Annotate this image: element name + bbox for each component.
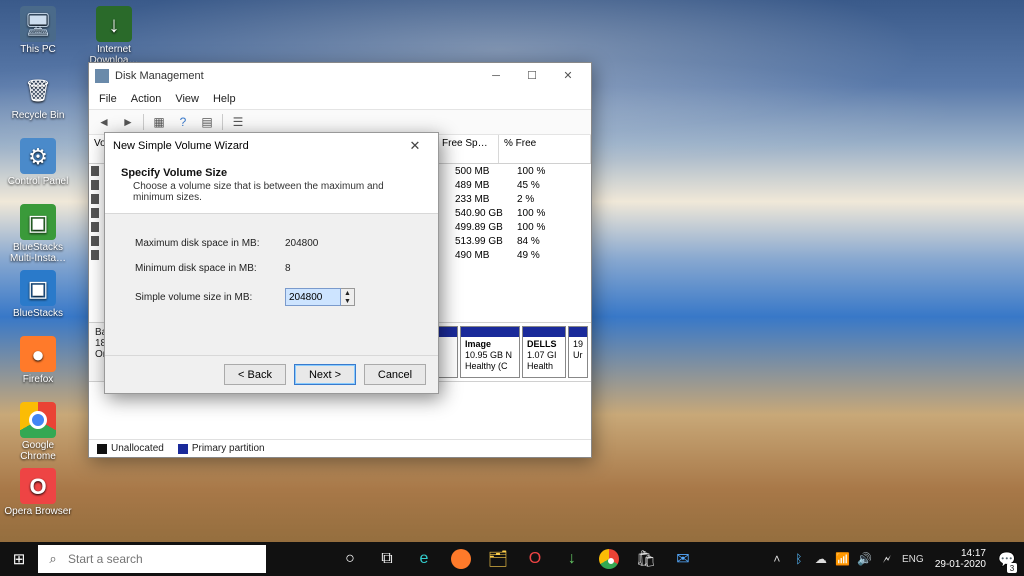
battery-icon[interactable]: 🗲 [877, 542, 897, 576]
notification-badge: 3 [1007, 563, 1017, 573]
start-button[interactable]: ⊞ [0, 542, 38, 576]
legend: Unallocated Primary partition [89, 439, 591, 457]
cancel-button[interactable]: Cancel [364, 364, 426, 385]
dialog-close-button[interactable]: ✕ [400, 136, 430, 156]
back-button[interactable]: ◄ [93, 112, 115, 132]
dialog-buttons: < Back Next > Cancel [105, 355, 438, 393]
volume-size-input[interactable] [285, 288, 341, 306]
language-indicator[interactable]: ENG [899, 542, 927, 576]
opera-taskbar-icon[interactable]: O [517, 542, 553, 576]
clock[interactable]: 14:17 29-01-2020 [929, 548, 992, 570]
max-space-value: 204800 [285, 238, 365, 249]
download-icon: ↓ [96, 6, 132, 42]
maximize-button[interactable]: ☐ [515, 66, 549, 86]
volume-icon[interactable]: 🔊 [855, 542, 875, 576]
system-tray: ˄ ᛒ ☁ 📶 🔊 🗲 ENG 14:17 29-01-2020 💬3 [763, 542, 1024, 576]
network-icon[interactable]: 📶 [833, 542, 853, 576]
onedrive-icon[interactable]: ☁ [811, 542, 831, 576]
desktop-this-pc[interactable]: 🖥This PC [4, 6, 72, 66]
bluestacks-icon: ▣ [20, 204, 56, 240]
menu-action[interactable]: Action [125, 91, 168, 107]
task-view-icon[interactable]: ⧉ [369, 542, 405, 576]
file-explorer-icon[interactable]: 🗂 [480, 542, 516, 576]
store-icon[interactable]: 🛍 [628, 542, 664, 576]
search-box[interactable]: ⌕ [38, 545, 266, 573]
window-titlebar[interactable]: Disk Management ─ ☐ ✕ [89, 63, 591, 89]
bluestacks-icon: ▣ [20, 270, 56, 306]
desktop-bluestacks[interactable]: ▣BlueStacks [4, 270, 72, 330]
edge-icon[interactable]: e [406, 542, 442, 576]
partition[interactable]: 19Ur [568, 326, 588, 378]
legend-primary: Primary partition [178, 443, 265, 454]
action-center-icon[interactable]: 💬3 [994, 542, 1020, 576]
col-freespace[interactable]: Free Sp… [437, 135, 499, 163]
help-button[interactable]: ? [172, 112, 194, 132]
menu-file[interactable]: File [93, 91, 123, 107]
refresh-button[interactable]: ▤ [196, 112, 218, 132]
dialog-titlebar[interactable]: New Simple Volume Wizard ✕ [105, 133, 438, 159]
spin-up-button[interactable]: ▲ [341, 289, 354, 297]
desktop-opera[interactable]: OOpera Browser [4, 468, 72, 528]
partition[interactable]: DELLS1.07 GIHealth [522, 326, 566, 378]
search-input[interactable] [68, 552, 266, 566]
taskbar-center: ○ ⧉ e 🗂 O ↓ 🛍 ✉ [270, 542, 763, 576]
show-hide-button[interactable]: ▦ [148, 112, 170, 132]
minimize-button[interactable]: ─ [479, 66, 513, 86]
mail-icon[interactable]: ✉ [665, 542, 701, 576]
col-percentfree[interactable]: % Free [499, 135, 591, 163]
forward-button[interactable]: ► [117, 112, 139, 132]
desktop-bluestacks-multi[interactable]: ▣BlueStacks Multi-Insta… [4, 204, 72, 264]
disk-icon [95, 69, 109, 83]
tray-expand-icon[interactable]: ˄ [767, 542, 787, 576]
firefox-taskbar-icon[interactable] [443, 542, 479, 576]
min-space-value: 8 [285, 263, 365, 274]
next-button[interactable]: Next > [294, 364, 356, 385]
menu-help[interactable]: Help [207, 91, 242, 107]
close-button[interactable]: ✕ [551, 66, 585, 86]
taskbar: ⊞ ⌕ ○ ⧉ e 🗂 O ↓ 🛍 ✉ ˄ ᛒ ☁ 📶 🔊 🗲 ENG 14:1… [0, 542, 1024, 576]
menu-view[interactable]: View [169, 91, 205, 107]
desktop-recycle-bin[interactable]: 🗑Recycle Bin [4, 72, 72, 132]
window-title: Disk Management [115, 70, 479, 82]
new-simple-volume-wizard: New Simple Volume Wizard ✕ Specify Volum… [104, 132, 439, 394]
chrome-icon [20, 402, 56, 438]
partition[interactable]: Image10.95 GB NHealthy (C [460, 326, 520, 378]
opera-icon: O [20, 468, 56, 504]
min-space-label: Minimum disk space in MB: [135, 263, 285, 274]
desktop-idm[interactable]: ↓Internet Downloa… [80, 6, 148, 66]
idm-taskbar-icon[interactable]: ↓ [554, 542, 590, 576]
dialog-header: Specify Volume Size Choose a volume size… [105, 159, 438, 214]
volume-size-label: Simple volume size in MB: [135, 292, 285, 303]
back-button[interactable]: < Back [224, 364, 286, 385]
legend-unallocated: Unallocated [97, 443, 164, 454]
gear-icon: ⚙ [20, 138, 56, 174]
desktop-firefox[interactable]: ●Firefox [4, 336, 72, 396]
clock-time: 14:17 [961, 548, 986, 559]
desktop-col-1: 🖥This PC 🗑Recycle Bin ⚙Control Panel ▣Bl… [4, 6, 72, 528]
dialog-heading: Specify Volume Size [121, 167, 422, 179]
pc-icon: 🖥 [20, 6, 56, 42]
search-icon: ⌕ [38, 551, 68, 567]
desktop-control-panel[interactable]: ⚙Control Panel [4, 138, 72, 198]
list-button[interactable]: ☰ [227, 112, 249, 132]
desktop-chrome[interactable]: Google Chrome [4, 402, 72, 462]
dialog-body: Maximum disk space in MB: 204800 Minimum… [105, 214, 438, 355]
volume-size-spinner: ▲ ▼ [285, 288, 355, 306]
clock-date: 29-01-2020 [935, 559, 986, 570]
cortana-icon[interactable]: ○ [332, 542, 368, 576]
max-space-label: Maximum disk space in MB: [135, 238, 285, 249]
menu-bar: File Action View Help [89, 89, 591, 109]
dialog-subheading: Choose a volume size that is between the… [133, 181, 422, 203]
firefox-icon: ● [20, 336, 56, 372]
dialog-title: New Simple Volume Wizard [113, 140, 400, 152]
trash-icon: 🗑 [20, 72, 56, 108]
spin-down-button[interactable]: ▼ [341, 297, 354, 305]
bluetooth-icon[interactable]: ᛒ [789, 542, 809, 576]
chrome-taskbar-icon[interactable] [591, 542, 627, 576]
